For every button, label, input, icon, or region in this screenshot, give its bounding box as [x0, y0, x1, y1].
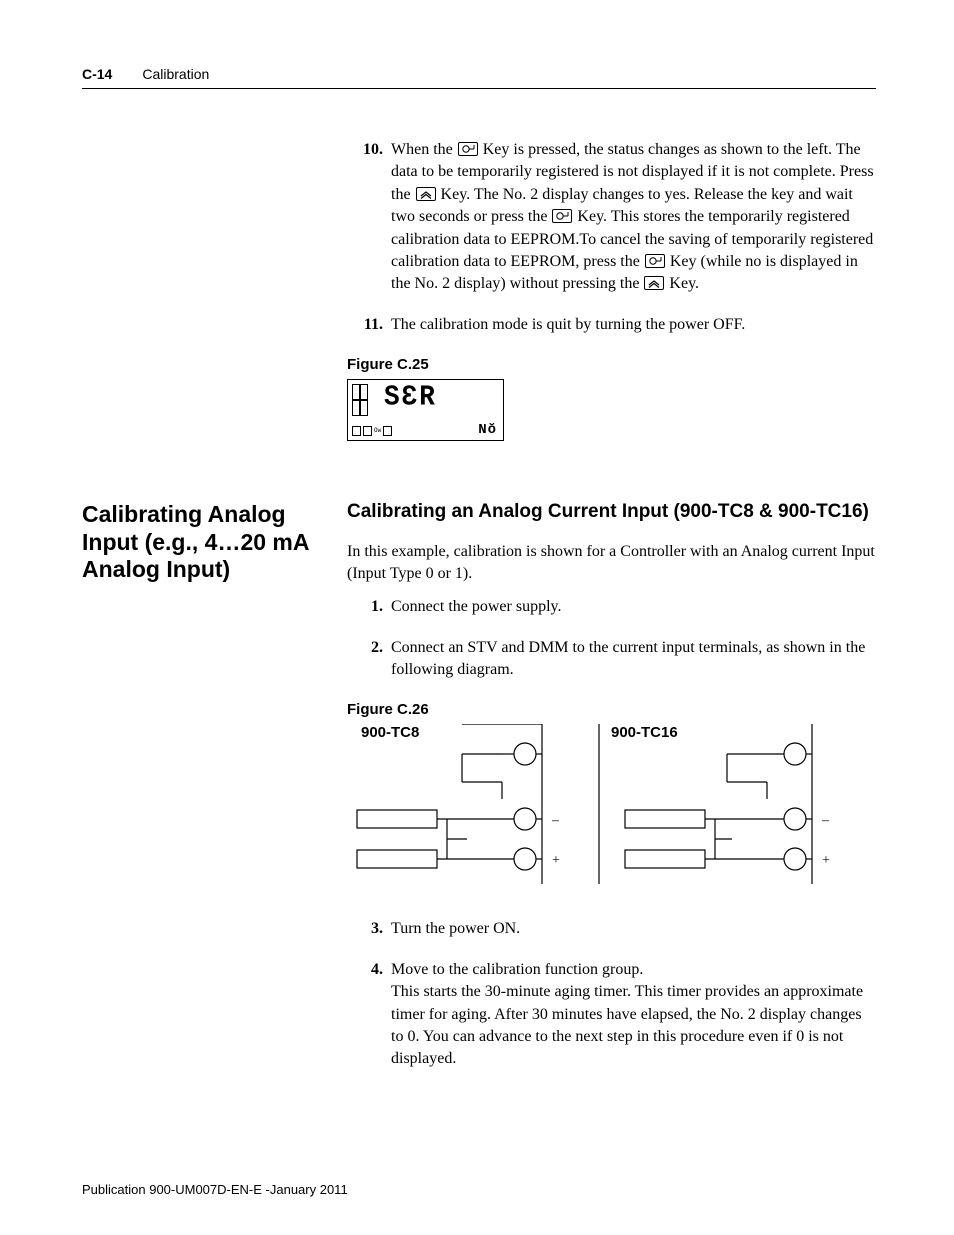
page-number: C-14 — [82, 66, 112, 82]
step-item: 3.Turn the power ON. — [391, 918, 876, 940]
chapter-name: Calibration — [142, 66, 209, 82]
step-list: 10.When the Key is pressed, the status c… — [347, 139, 876, 336]
step-number: 4. — [355, 959, 383, 981]
publication-line: Publication 900-UM007D-EN-E -January 201… — [82, 1182, 348, 1197]
intro-paragraph: In this example, calibration is shown fo… — [347, 541, 876, 584]
step-list: 3.Turn the power ON. 4.Move to the calibr… — [347, 918, 876, 1070]
step-number: 11. — [355, 314, 383, 336]
figure-sublabel: 900-TC16 — [611, 724, 678, 741]
step-item: 2.Connect an STV and DMM to the current … — [391, 637, 876, 682]
lcd-sub-text: Nŏ — [478, 422, 497, 438]
enter-key-icon — [552, 209, 572, 223]
step-item: 4.Move to the calibration function group… — [391, 959, 876, 1071]
minus-symbol: – — [821, 813, 830, 828]
up-key-icon — [416, 187, 436, 201]
step-list: 1.Connect the power supply. 2.Connect an … — [347, 596, 876, 681]
figure-c25: SƐR Nŏ Ow — [347, 379, 504, 441]
plus-symbol: + — [552, 853, 560, 868]
step-number: 10. — [355, 139, 383, 161]
step-number: 2. — [355, 637, 383, 659]
enter-key-icon — [458, 142, 478, 156]
step-item: 1.Connect the power supply. — [391, 596, 876, 618]
diagram-900-tc8: – + — [347, 724, 597, 894]
step-item: 10.When the Key is pressed, the status c… — [391, 139, 876, 296]
enter-key-icon — [645, 254, 665, 268]
figure-c26: 900-TC8 — [347, 724, 876, 894]
step-item: 11.The calibration mode is quit by turni… — [391, 314, 876, 336]
step-number: 1. — [355, 596, 383, 618]
figure-label: Figure C.26 — [347, 701, 876, 718]
lcd-main-text: SƐR — [384, 381, 497, 414]
step-number: 3. — [355, 918, 383, 940]
plus-symbol: + — [822, 853, 830, 868]
up-key-icon — [644, 276, 664, 290]
section-subheading: Calibrating an Analog Current Input (900… — [347, 501, 876, 523]
diagram-900-tc16: – + — [597, 724, 847, 894]
minus-symbol: – — [551, 813, 560, 828]
figure-sublabel: 900-TC8 — [361, 724, 419, 741]
section-heading-left: Calibrating Analog Input (e.g., 4…20 mA … — [82, 501, 347, 584]
page-header: C-14 Calibration — [82, 66, 876, 89]
figure-label: Figure C.25 — [347, 356, 876, 373]
